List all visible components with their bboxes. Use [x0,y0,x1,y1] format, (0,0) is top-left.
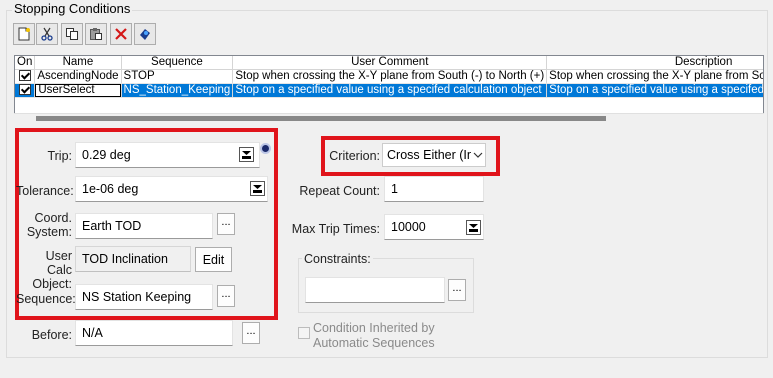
repeat-count-label: Repeat Count: [299,184,380,198]
delete-icon [115,28,127,40]
max-trip-times-label: Max Trip Times: [291,222,380,236]
before-label: Before: [31,328,72,342]
paste-button[interactable] [85,23,107,45]
spinner-icon [242,151,251,159]
max-trip-times-value: 10000 [391,220,426,234]
sequence-browse-button[interactable]: ... [217,285,235,307]
copy-icon [66,28,78,40]
inherited-checkbox[interactable] [298,327,310,339]
new-icon [18,27,30,41]
sequence-label: Sequence: [16,292,76,306]
sequence-value: NS Station Keeping [82,290,192,304]
on-checkbox[interactable] [18,83,31,95]
sequence-cell[interactable]: STOP [121,69,234,84]
calc-label-line-1: User Calc [45,249,72,277]
copy-button[interactable] [61,23,83,45]
new-button[interactable] [13,23,35,45]
chevron-down-icon [473,152,483,158]
user-calc-object-value: TOD Inclination [82,252,168,266]
max-trip-times-spin-button[interactable] [466,220,481,235]
column-header-name[interactable]: Name [34,56,122,70]
table-header-row: On Name Sequence User Comment Descriptio… [15,56,763,70]
name-cell[interactable]: UserSelect [34,83,122,98]
properties-icon [140,29,150,40]
coord-system-value: Earth TOD [82,219,142,233]
name-cell[interactable]: AscendingNode [34,69,122,84]
properties-button[interactable] [134,23,156,45]
repeat-count-value: 1 [391,182,398,196]
cut-button[interactable] [36,23,58,45]
sequence-input[interactable]: NS Station Keeping [75,284,213,310]
tolerance-value: 1e-06 deg [82,182,139,196]
comment-cell[interactable]: Stop on a specified value using a specif… [232,83,548,98]
constraints-browse-button[interactable]: ... [448,279,466,301]
cut-icon [41,27,53,41]
user-calc-object-label: User Calc Object: [20,249,72,291]
column-header-on[interactable]: On [15,56,36,70]
on-cell[interactable] [15,69,36,84]
column-header-description[interactable]: Description [546,56,763,70]
tolerance-label: Tolerance: [16,184,74,198]
comment-cell[interactable]: Stop when crossing the X-Y plane from So… [232,69,548,84]
paste-icon [90,28,102,40]
spinner-icon [469,224,478,232]
on-cell[interactable] [15,83,36,98]
inherited-label-line-1: Condition Inherited by [313,321,435,335]
spinner-icon [253,185,262,193]
tolerance-spin-button[interactable] [250,181,265,196]
coord-system-label: Coord. System: [20,211,72,239]
constraints-label: Constraints: [302,252,373,266]
table-row[interactable]: AscendingNode STOP Stop when crossing th… [15,69,763,84]
table-row[interactable]: UserSelect NS_Station_Keeping Stop on a … [15,83,763,98]
trip-spin-button[interactable] [239,147,254,162]
scrollbar-thumb[interactable] [36,116,606,121]
description-cell: Stop on a specified value using a specif… [546,83,763,98]
tolerance-input[interactable]: 1e-06 deg [75,176,268,202]
constraints-input[interactable] [305,277,445,303]
calc-label-line-2: Object: [32,277,72,291]
trip-label: Trip: [47,149,72,163]
description-cell: Stop when crossing the X-Y plane from So… [546,69,763,84]
before-browse-button[interactable]: ... [242,322,260,344]
user-calc-object-field: TOD Inclination [75,246,191,272]
column-header-user-comment[interactable]: User Comment [232,56,548,70]
criterion-label: Criterion: [329,149,380,163]
criterion-dropdown[interactable]: Cross Either (Inc [382,143,486,167]
coord-system-input[interactable]: Earth TOD [75,213,213,239]
group-title: Stopping Conditions [12,1,133,16]
edit-button[interactable]: Edit [195,247,232,272]
before-value: N/A [82,326,103,340]
on-checkbox[interactable] [18,69,31,81]
before-input[interactable]: N/A [75,320,233,346]
inherited-label: Condition Inherited by Automatic Sequenc… [313,321,435,351]
trip-value: 0.29 deg [82,148,131,162]
criterion-value: Cross Either (Inc [387,148,471,162]
name-edit-field[interactable]: UserSelect [35,83,121,96]
trip-input[interactable]: 0.29 deg [75,142,260,168]
coord-system-browse-button[interactable]: ... [217,213,235,235]
delete-button[interactable] [110,23,132,45]
column-header-sequence[interactable]: Sequence [121,56,234,70]
status-indicator-icon [260,143,271,154]
repeat-count-input[interactable]: 1 [384,176,484,202]
coord-label-line-1: Coord. [34,211,72,225]
coord-label-line-2: System: [26,225,72,239]
inherited-label-line-2: Automatic Sequences [313,336,435,350]
sequence-cell[interactable]: NS_Station_Keeping [121,83,234,98]
